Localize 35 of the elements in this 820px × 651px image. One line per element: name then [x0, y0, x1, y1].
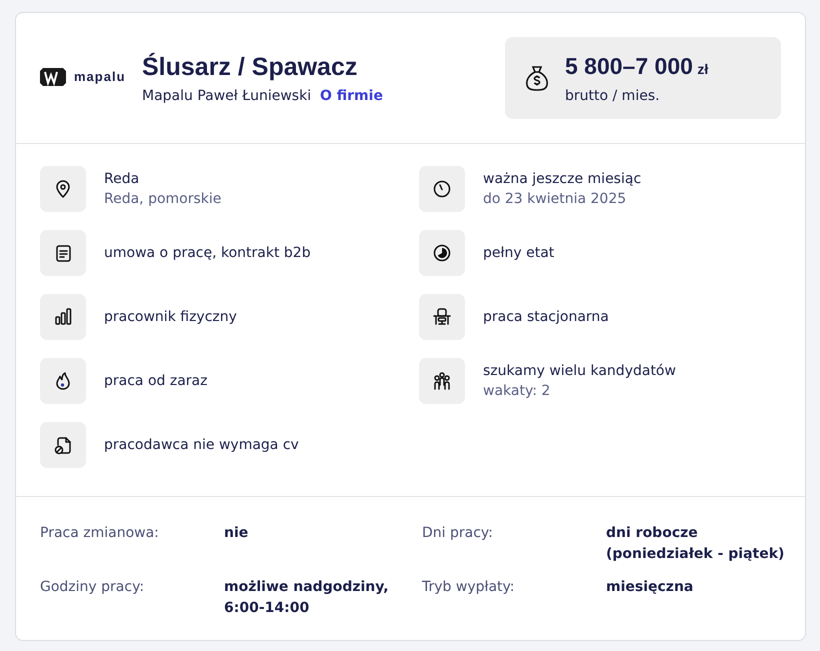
feature-text: pełny etat [483, 244, 554, 263]
detail-label: Tryb wypłaty: [422, 578, 516, 597]
detail-value: możliwe nadgodziny, 6:00-14:00 [224, 578, 390, 618]
detail-label: Praca zmianowa: [40, 524, 160, 543]
feature-text: praca od zaraz [104, 372, 208, 391]
document-blocked-icon [53, 435, 73, 455]
company-name: Mapalu Paweł Łuniewski [142, 88, 312, 104]
feature-subtext: Reda, pomorskie [104, 190, 222, 209]
desk-icon [432, 307, 452, 327]
salary-note: brutto / mies. [565, 86, 661, 106]
feature-subtext: wakaty: 2 [483, 382, 552, 401]
feature-text: pracodawca nie wymaga cv [104, 436, 299, 455]
people-icon [432, 371, 452, 391]
feature-subtext: do 23 kwietnia 2025 [483, 190, 628, 209]
salary-amount: 5 800–7 000 [565, 53, 693, 80]
feature-text: praca stacjonarna [483, 308, 609, 327]
money-bag-icon [525, 65, 549, 91]
company-link[interactable]: O firmie [320, 88, 383, 104]
pie-chart-icon [432, 243, 452, 263]
detail-value: nie [224, 524, 250, 543]
bar-chart-icon [53, 307, 73, 327]
feature-text: Reda [104, 170, 140, 189]
detail-value: dni robocze (poniedziałek - piątek) [606, 524, 786, 564]
feature-text: umowa o pracę, kontrakt b2b [104, 244, 311, 263]
feature-text: ważna jeszcze miesiąc [483, 170, 642, 189]
feature-text: szukamy wielu kandydatów [483, 362, 676, 381]
feature-text: pracownik fizyczny [104, 308, 237, 327]
logo-icon [40, 68, 66, 86]
detail-label: Dni pracy: [422, 524, 494, 543]
clock-icon [432, 179, 452, 199]
logo-text: mapalu [74, 68, 126, 86]
job-title: Ślusarz / Spawacz [142, 52, 358, 82]
detail-label: Godziny pracy: [40, 578, 146, 597]
detail-value: miesięczna [606, 578, 694, 597]
currency: zł [697, 61, 708, 78]
